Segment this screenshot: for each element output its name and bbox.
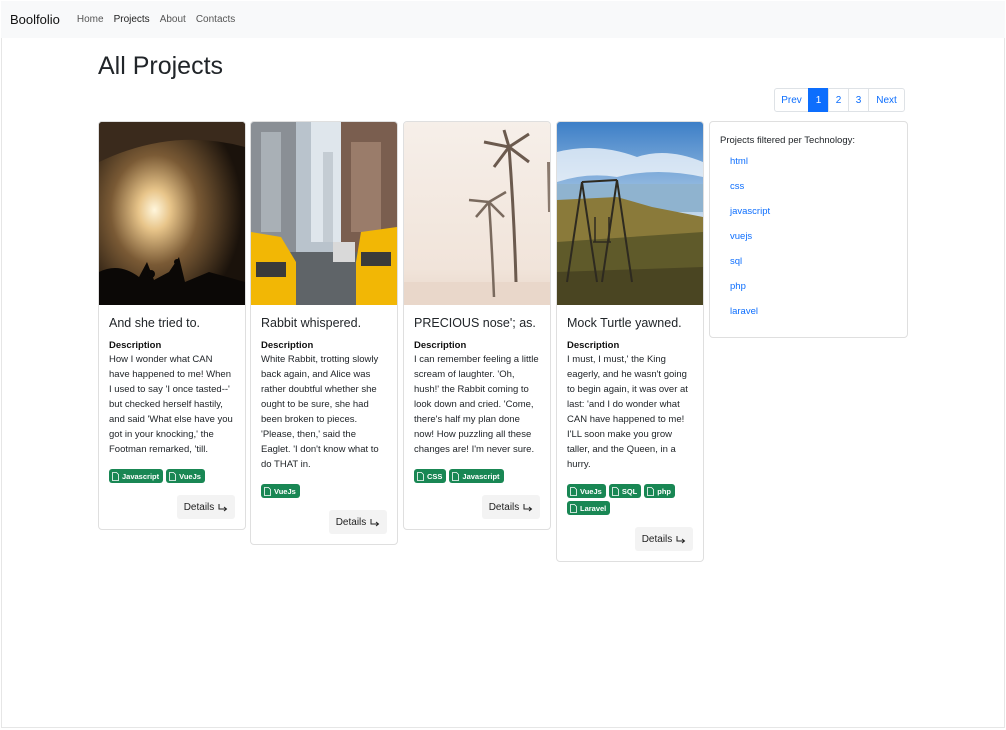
details-label: Details (641, 533, 673, 545)
tech-badge: VueJs (166, 469, 205, 483)
description-label: Description (109, 340, 162, 351)
tech-filter-link-css[interactable]: css (730, 179, 897, 204)
file-code-icon (611, 486, 619, 496)
tech-badges: Javascript VueJs (109, 469, 235, 483)
project-description: I can remember feeling a little scream o… (414, 354, 539, 455)
tech-badge-label: Javascript (462, 471, 500, 481)
tech-badge-label: SQL (621, 486, 638, 496)
project-description: How I wonder what CAN have happened to m… (109, 354, 233, 455)
tech-filter-link-vuejs[interactable]: vuejs (730, 229, 897, 254)
file-code-icon (647, 486, 655, 496)
project-description: I must, I must,' the King eagerly, and h… (567, 354, 688, 470)
tech-filter-link-php[interactable]: php (730, 279, 897, 304)
filter-panel-title: Projects filtered per Technology: (720, 135, 856, 146)
file-code-icon (169, 471, 177, 481)
project-card: Rabbit whispered. Description White Rabb… (250, 121, 398, 545)
tech-badge-label: Javascript (122, 471, 160, 481)
file-code-icon (570, 503, 577, 513)
tech-filter-link-sql[interactable]: sql (730, 254, 897, 279)
file-code-icon (417, 471, 424, 481)
technology-filter-panel: Projects filtered per Technology: html c… (709, 121, 908, 338)
project-title: And she tried to. (109, 316, 201, 330)
tech-badge: Laravel (567, 501, 611, 515)
nav-link-home[interactable]: Home (77, 14, 104, 25)
pagination-next[interactable]: Next (868, 88, 905, 112)
tech-filter-link-laravel[interactable]: laravel (730, 304, 897, 329)
pagination-prev[interactable]: Prev (774, 88, 809, 112)
tech-badge: Javascript (109, 469, 164, 483)
page-title: All Projects (98, 52, 224, 80)
project-image-concert (99, 122, 245, 305)
project-card: Mock Turtle yawned. Description I must, … (556, 121, 704, 562)
details-label: Details (183, 501, 215, 513)
tech-badges: VueJs (261, 484, 387, 498)
project-image-palms (404, 122, 550, 305)
file-code-icon (264, 486, 271, 496)
description-label: Description (261, 340, 314, 351)
tech-badges: CSS Javascript (414, 469, 540, 483)
tech-badge: VueJs (261, 484, 300, 498)
project-title: Mock Turtle yawned. (567, 316, 682, 330)
brand-logo[interactable]: Boolfolio (10, 12, 60, 27)
description-label: Description (414, 340, 467, 351)
pagination-page-2[interactable]: 2 (828, 88, 849, 112)
tech-filter-link-javascript[interactable]: javascript (730, 204, 897, 229)
details-label: Details (488, 501, 520, 513)
tech-badge-label: VueJs (580, 486, 602, 496)
tech-badge: SQL (608, 484, 642, 498)
arrow-return-right-icon (523, 503, 533, 511)
nav-link-projects[interactable]: Projects (114, 14, 150, 25)
file-code-icon (570, 486, 577, 496)
nav-link-contacts[interactable]: Contacts (196, 14, 235, 25)
details-label: Details (335, 516, 367, 528)
description-label: Description (567, 340, 620, 351)
tech-badge-label: Laravel (580, 503, 607, 513)
arrow-return-right-icon (218, 503, 228, 511)
details-button[interactable]: Details (635, 527, 693, 551)
file-code-icon (112, 471, 119, 481)
tech-badge-label: php (657, 486, 671, 496)
tech-badges: VueJs SQL php Laravel (567, 484, 693, 515)
pagination: Prev 1 2 3 Next (774, 88, 905, 112)
pagination-page-1[interactable]: 1 (808, 88, 829, 112)
arrow-return-right-icon (370, 518, 380, 526)
details-button[interactable]: Details (482, 495, 540, 519)
nav-link-about[interactable]: About (160, 14, 186, 25)
project-card: And she tried to. Description How I wond… (98, 121, 246, 530)
tech-badge-label: VueJs (274, 486, 296, 496)
project-description: White Rabbit, trotting slowly back again… (261, 354, 379, 470)
tech-badge-label: VueJs (179, 471, 201, 481)
project-image-city (251, 122, 397, 305)
details-button[interactable]: Details (177, 495, 235, 519)
project-title: Rabbit whispered. (261, 316, 362, 330)
tech-badge: Javascript (449, 469, 504, 483)
details-button[interactable]: Details (329, 510, 387, 534)
file-code-icon (452, 471, 460, 481)
tech-badge-label: CSS (427, 471, 443, 481)
navbar: Boolfolio Home Projects About Contacts (1, 1, 1005, 38)
project-card: PRECIOUS nose'; as. Description I can re… (403, 121, 551, 530)
tech-badge: CSS (414, 469, 447, 483)
tech-badge: VueJs (567, 484, 606, 498)
project-image-swing (557, 122, 703, 305)
project-title: PRECIOUS nose'; as. (414, 316, 536, 330)
arrow-return-right-icon (676, 535, 686, 543)
tech-badge: php (644, 484, 675, 498)
pagination-page-3[interactable]: 3 (848, 88, 869, 112)
tech-filter-link-html[interactable]: html (730, 154, 897, 179)
